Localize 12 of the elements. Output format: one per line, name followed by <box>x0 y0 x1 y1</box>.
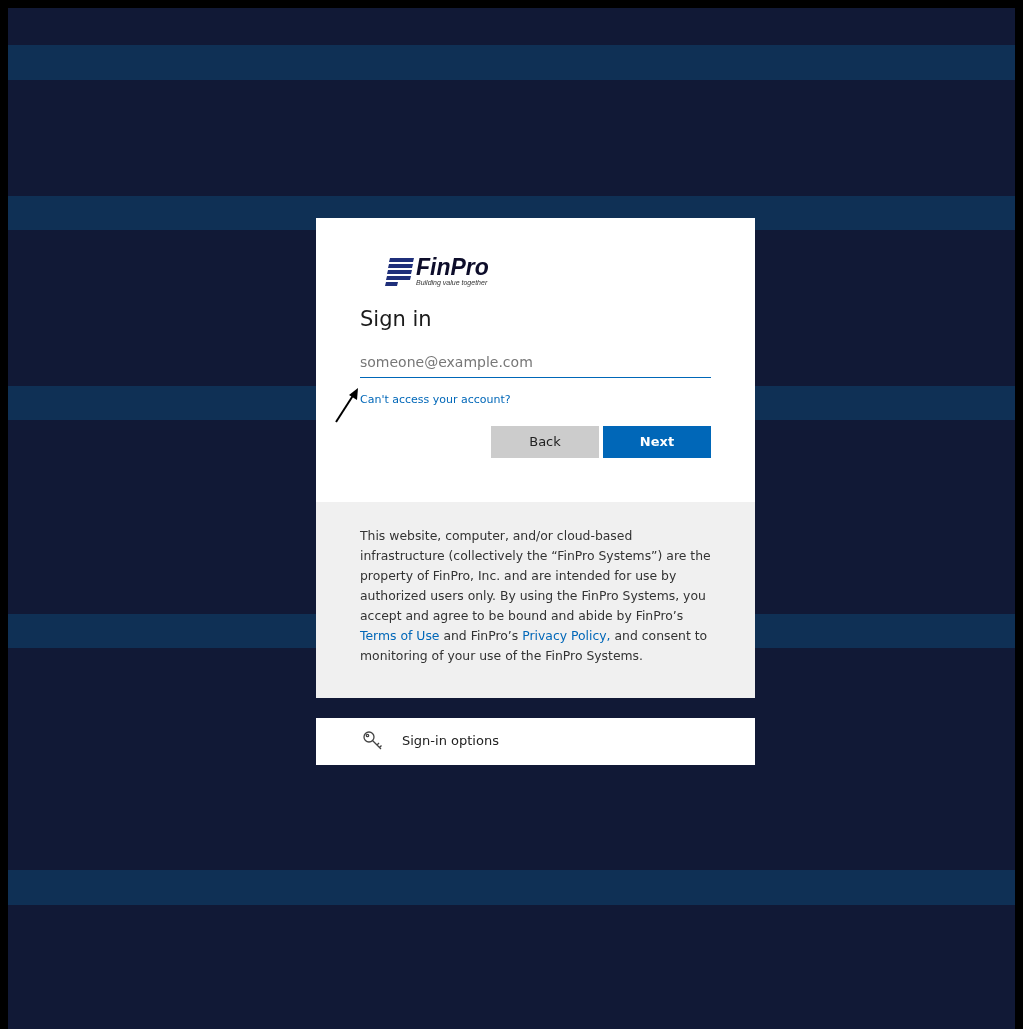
key-icon <box>362 730 384 752</box>
annotation-arrow <box>334 388 360 424</box>
help-link[interactable]: Can't access your account? <box>360 391 511 408</box>
disclaimer-text: This website, computer, and/or cloud-based infrastructure (collectively the “FinPro Systems”) are the property of FinPro, Inc. and are intended for use by authorized users only. By using the FinPro Systems, you accept and agree to be bound and abide by FinPro’s Terms of Use and FinPro’s Privacy Policy, and consent to monitoring of your use of the FinPro Systems. <box>360 526 711 665</box>
sign-in-options-button[interactable]: Sign-in options <box>316 717 755 765</box>
policy-link[interactable]: Terms of Use <box>360 627 440 643</box>
back-button[interactable]: Back <box>491 425 599 458</box>
page-title: Sign in <box>360 306 433 333</box>
policy-link[interactable]: Privacy Policy, <box>522 627 611 643</box>
logo-name: FinPro <box>416 256 489 279</box>
logo-icon <box>384 256 414 286</box>
next-button[interactable]: Next <box>603 425 711 458</box>
